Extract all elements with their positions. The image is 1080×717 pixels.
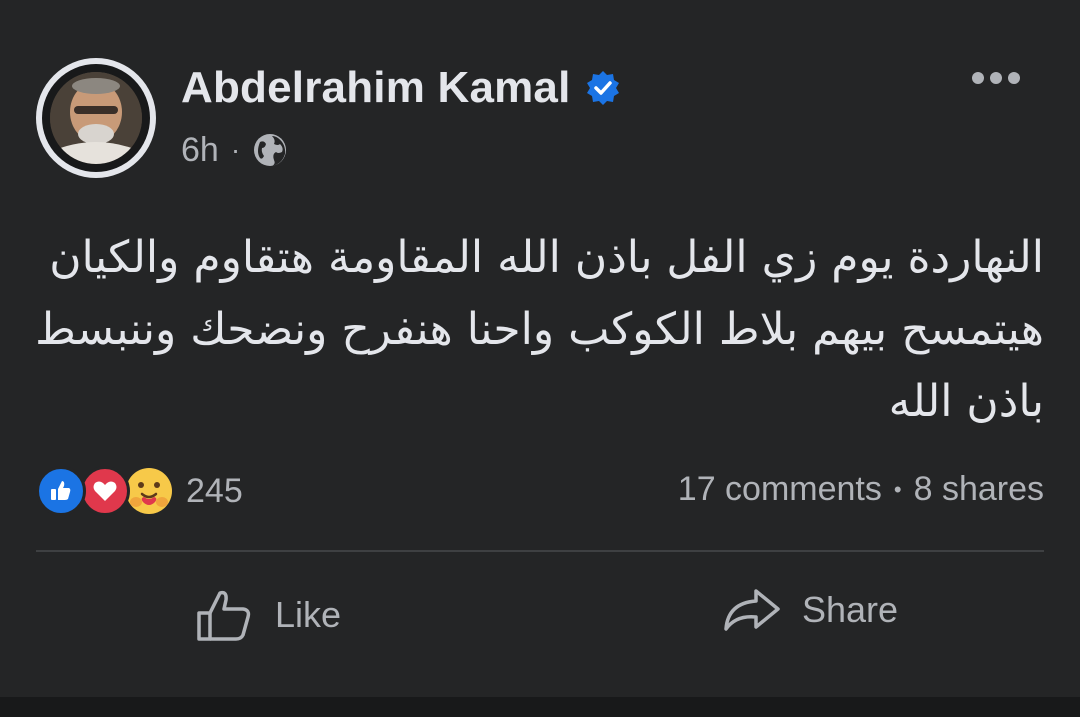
share-arrow-icon (724, 589, 780, 631)
divider (36, 550, 1044, 552)
avatar-photo (50, 72, 142, 164)
share-button[interactable]: Share (722, 585, 898, 635)
post-meta: 6h · (181, 130, 288, 170)
verified-badge-icon (586, 71, 619, 105)
post-text: النهاردة يوم زي الفل باذن الله المقاومة … (34, 222, 1044, 438)
reactions-count: 245 (186, 471, 243, 510)
thumbs-up-icon (197, 590, 251, 641)
meta-separator: · (230, 134, 241, 165)
care-reaction-icon (124, 466, 174, 516)
like-button[interactable]: Like (195, 585, 341, 645)
like-label: Like (275, 594, 342, 635)
post-card: Abdelrahim Kamal 6h · النهاردة يوم زي ال… (0, 0, 1080, 697)
more-options-icon[interactable] (972, 72, 1020, 84)
like-reaction-icon (36, 466, 86, 516)
share-label: Share (802, 589, 899, 630)
engagement-counts: 17 comments • 8 shares (678, 470, 1044, 509)
author-row: Abdelrahim Kamal (181, 64, 621, 112)
more-dot (990, 72, 1002, 84)
post-text-line: هيتمسح بيهم بلاط الكوكب واحنا هنفرح ونضح… (35, 304, 1044, 355)
comments-count[interactable]: 17 comments (678, 470, 882, 509)
avatar-ring (42, 64, 150, 172)
reactions-summary[interactable]: 245 (36, 466, 243, 516)
bottom-strip (0, 697, 1080, 717)
post-text-line: باذن الله (888, 376, 1044, 427)
shares-count[interactable]: 8 shares (914, 470, 1044, 509)
more-dot (972, 72, 984, 84)
globe-icon[interactable] (252, 132, 288, 168)
author-avatar[interactable] (36, 58, 156, 178)
more-dot (1008, 72, 1020, 84)
counts-separator: • (893, 476, 902, 502)
post-time[interactable]: 6h (181, 130, 219, 170)
author-name[interactable]: Abdelrahim Kamal (181, 64, 571, 112)
love-reaction-icon (80, 466, 130, 516)
post-text-line: النهاردة يوم زي الفل باذن الله المقاومة … (49, 232, 1044, 283)
